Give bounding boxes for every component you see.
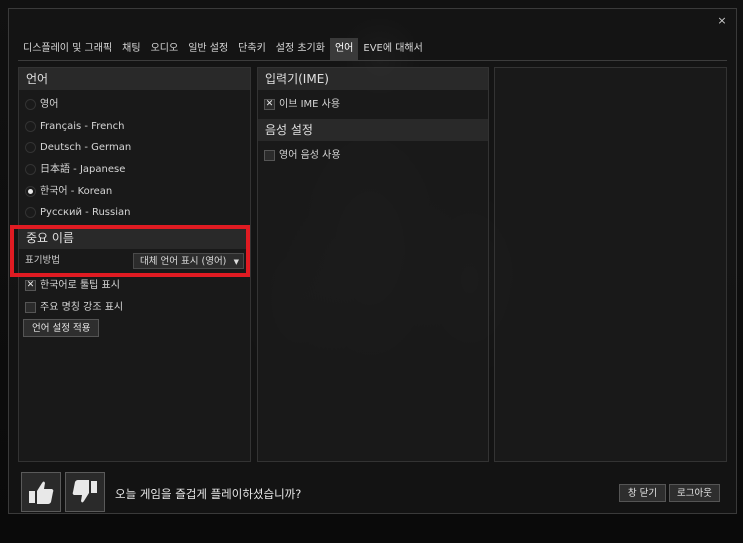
important-names-title: 중요 이름 (19, 227, 250, 249)
voice-settings-title: 음성 설정 (258, 119, 488, 141)
language-option-german[interactable]: Deutsch - German (25, 139, 131, 157)
checkbox-label: 주요 명칭 강조 표시 (40, 302, 124, 313)
ime-panel: 입력기(IME) ✕ 이브 IME 사용 음성 설정 영어 음성 사용 (257, 67, 489, 462)
checkbox-label: 영어 음성 사용 (279, 150, 341, 161)
tab-display-graphics[interactable]: 디스플레이 및 그래픽 (18, 38, 117, 60)
tab-language[interactable]: 언어 (329, 38, 359, 60)
checkbox-checked[interactable]: ✕ (25, 279, 36, 291)
checkbox-checked[interactable]: ✕ (264, 98, 275, 110)
radio-button[interactable] (25, 141, 36, 153)
apply-language-button[interactable]: 언어 설정 적용 (23, 319, 100, 337)
radio-button[interactable] (25, 98, 36, 110)
language-option-label: Français - French (40, 121, 125, 132)
radio-button[interactable] (25, 120, 36, 132)
language-panel: 언어 영어 Français - French Deutsch - German… (18, 67, 251, 462)
close-window-button[interactable]: 창 닫기 (619, 484, 666, 502)
language-panel-title: 언어 (19, 68, 250, 90)
radio-button-selected[interactable] (25, 185, 36, 197)
language-option-russian[interactable]: Русский - Russian (25, 204, 130, 222)
feedback-question: 오늘 게임을 즐겁게 플레이하셨습니까? (115, 487, 302, 501)
chevron-down-icon: ▼ (233, 258, 239, 266)
tab-general[interactable]: 일반 설정 (183, 38, 233, 60)
english-voice-option[interactable]: 영어 음성 사용 (264, 147, 341, 165)
radio-button[interactable] (25, 206, 36, 218)
display-method-dropdown[interactable]: 대체 언어 표시 (영어) ▼ (133, 253, 244, 269)
tooltip-korean-option[interactable]: ✕ 한국어로 툴팁 표시 (25, 277, 120, 295)
checkbox[interactable] (264, 149, 275, 161)
display-method-label: 표기방법 (25, 255, 60, 266)
settings-window: × 디스플레이 및 그래픽 채팅 오디오 일반 설정 단축키 설정 초기화 언어… (8, 8, 737, 514)
thumbs-up-button[interactable] (21, 472, 61, 512)
tab-divider (18, 60, 727, 61)
language-option-french[interactable]: Français - French (25, 118, 124, 136)
language-option-japanese[interactable]: 日本語 - Japanese (25, 161, 125, 179)
language-option-label: 한국어 - Korean (40, 186, 113, 197)
checkbox[interactable] (25, 301, 36, 313)
close-icon[interactable]: × (716, 15, 728, 27)
tab-shortcuts[interactable]: 단축키 (233, 38, 271, 60)
language-option-korean[interactable]: 한국어 - Korean (25, 183, 112, 201)
tab-audio[interactable]: 오디오 (146, 38, 184, 60)
eve-ime-option[interactable]: ✕ 이브 IME 사용 (264, 96, 340, 114)
checkbox-label: 한국어로 툴팁 표시 (40, 280, 120, 291)
tab-reset-settings[interactable]: 설정 초기화 (271, 38, 330, 60)
ime-panel-title: 입력기(IME) (258, 68, 488, 90)
language-option-label: 日本語 - Japanese (40, 164, 126, 175)
highlight-names-option[interactable]: 주요 명칭 강조 표시 (25, 299, 123, 317)
checkbox-label: 이브 IME 사용 (279, 99, 341, 110)
dropdown-value: 대체 언어 표시 (영어) (140, 256, 227, 267)
language-option-label: Русский - Russian (40, 207, 131, 218)
language-option-english[interactable]: 영어 (25, 96, 58, 114)
thumbs-down-icon (72, 480, 97, 503)
tab-bar: 디스플레이 및 그래픽 채팅 오디오 일반 설정 단축키 설정 초기화 언어 E… (18, 38, 428, 60)
tab-about-eve[interactable]: EVE에 대해서 (358, 38, 427, 60)
language-option-label: Deutsch - German (40, 142, 132, 153)
tab-chat[interactable]: 채팅 (117, 38, 145, 60)
language-option-label: 영어 (40, 99, 59, 110)
thumbs-up-icon (29, 481, 54, 504)
empty-panel (494, 67, 727, 462)
radio-button[interactable] (25, 163, 36, 175)
logout-button[interactable]: 로그아웃 (669, 484, 720, 502)
thumbs-down-button[interactable] (65, 472, 105, 512)
